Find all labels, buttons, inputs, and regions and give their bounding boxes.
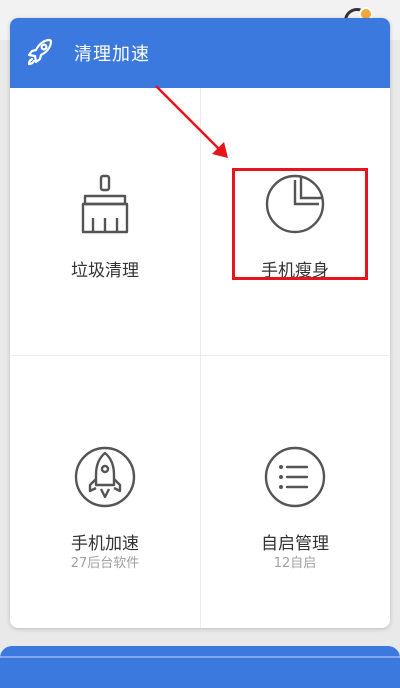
- tile-autostart-manage[interactable]: 自启管理 12自启: [200, 355, 390, 622]
- dialog-header: 清理加速: [10, 18, 390, 88]
- tile-label: 手机加速: [71, 534, 139, 554]
- list-circle-icon: [264, 446, 326, 508]
- tile-sub: 27后台软件: [70, 556, 140, 571]
- annotation-highlight-box: [232, 168, 368, 280]
- tile-sub: 12自启: [273, 556, 317, 571]
- tile-phone-speedup[interactable]: 手机加速 27后台软件: [10, 355, 200, 622]
- rocket-icon: [27, 38, 53, 66]
- dialog-title: 清理加速: [74, 44, 150, 65]
- broom-icon: [81, 174, 129, 234]
- tile-label: 自启管理: [261, 534, 329, 554]
- rocket-circle-icon: [74, 446, 136, 508]
- annotation-arrow-icon: [155, 85, 228, 158]
- bottom-blue-bar: [0, 646, 400, 688]
- tile-label: 垃圾清理: [71, 261, 139, 281]
